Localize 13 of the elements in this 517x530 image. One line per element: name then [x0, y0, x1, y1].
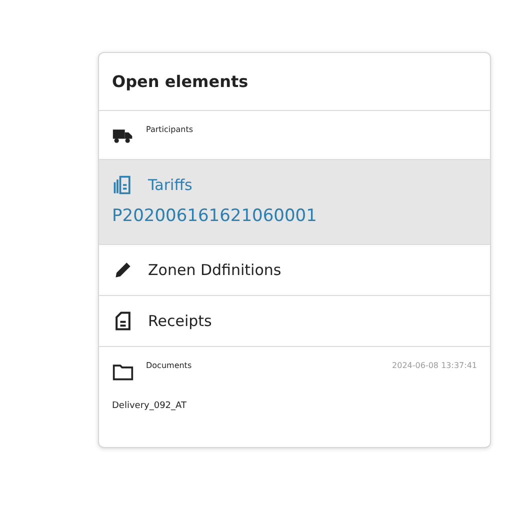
item-label: Tariffs	[148, 176, 192, 194]
item-label: Documents	[146, 361, 192, 370]
item-label: Participants	[146, 125, 193, 134]
panel-title: Open elements	[112, 72, 248, 91]
item-detail: Delivery_092_AT	[112, 400, 188, 413]
item-label: Zonen Ddfinitions	[148, 261, 282, 279]
list-item[interactable]: Tariffs P202006161621060001	[99, 160, 490, 245]
item-detail: P202006161621060001	[112, 205, 318, 228]
list-item[interactable]: Receipts	[99, 296, 490, 347]
item-label: Receipts	[148, 312, 212, 330]
timestamp: 2024-06-08 13:37:41	[392, 361, 477, 370]
list-item[interactable]: Zonen Ddfinitions	[99, 245, 490, 296]
list-item[interactable]: Documents 2024-06-08 13:37:41 Delivery_092_AT	[99, 347, 490, 447]
